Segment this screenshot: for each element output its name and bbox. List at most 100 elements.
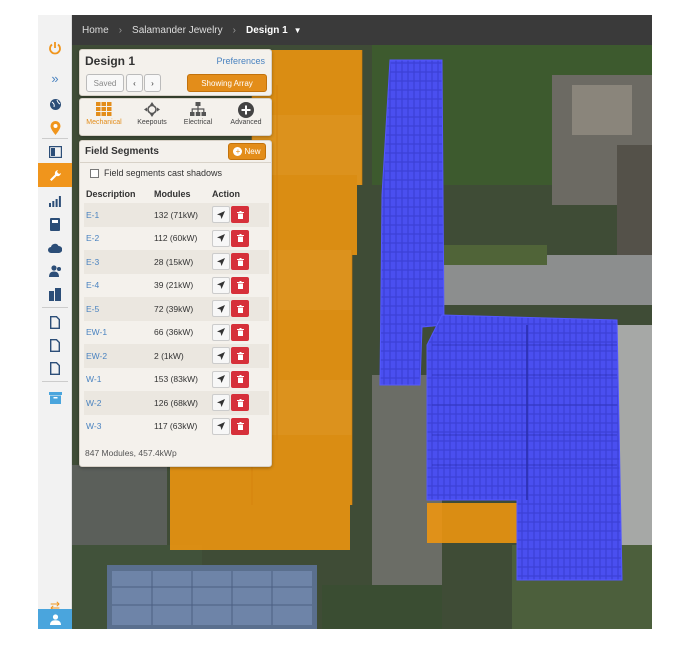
table-row[interactable]: W-2 126 (68kW) [84, 391, 269, 415]
wrench-icon[interactable] [38, 163, 72, 187]
tab-electrical[interactable]: Electrical [176, 102, 220, 134]
locate-button[interactable] [212, 417, 230, 435]
segment-description[interactable]: E-5 [84, 297, 154, 321]
table-row[interactable]: E-3 28 (15kW) [84, 250, 269, 274]
showing-array-button[interactable]: Showing Array [187, 74, 267, 92]
locate-button[interactable] [212, 276, 230, 294]
navigate-arrow-icon [217, 328, 225, 337]
table-row[interactable]: EW-2 2 (1kW) [84, 344, 269, 368]
tab-label: Electrical [183, 119, 213, 126]
segment-modules: 153 (83kW) [154, 374, 198, 385]
segment-description[interactable]: EW-1 [84, 321, 154, 345]
table-row[interactable]: E-1 132 (71kW) [84, 203, 269, 227]
saved-button[interactable]: Saved [86, 74, 124, 92]
trash-icon [236, 281, 244, 290]
segment-description[interactable]: W-1 [84, 368, 154, 392]
design-title: Design 1 [85, 54, 136, 68]
shadow-checkbox[interactable] [90, 168, 99, 178]
globe-icon[interactable] [38, 93, 72, 115]
tab-label: Advanced [230, 119, 262, 126]
cloud-icon[interactable] [38, 237, 72, 259]
table-row[interactable]: EW-1 66 (36kW) [84, 321, 269, 345]
preferences-link[interactable]: Preferences [216, 56, 265, 66]
expand-icon[interactable]: » [38, 67, 72, 89]
breadcrumb: Home › Salamander Jewelry › Design 1 ▼ [72, 15, 652, 45]
new-segment-button[interactable]: + New [228, 143, 266, 160]
tab-keepouts[interactable]: Keepouts [130, 102, 174, 134]
bar-chart-icon[interactable] [38, 190, 72, 212]
segment-actions [212, 297, 269, 321]
locate-button[interactable] [212, 206, 230, 224]
locate-button[interactable] [212, 394, 230, 412]
segment-description[interactable]: E-3 [84, 250, 154, 274]
caret-down-icon[interactable]: ▼ [294, 26, 302, 35]
locate-button[interactable] [212, 323, 230, 341]
delete-button[interactable] [231, 253, 249, 271]
delete-button[interactable] [231, 347, 249, 365]
segment-description[interactable]: EW-2 [84, 344, 154, 368]
segment-actions [212, 203, 269, 227]
delete-button[interactable] [231, 417, 249, 435]
trash-icon [236, 257, 244, 266]
power-icon[interactable] [38, 37, 72, 59]
navigate-arrow-icon [217, 281, 225, 290]
table-row[interactable]: E-2 112 (60kW) [84, 227, 269, 251]
new-label: New [244, 147, 261, 156]
segment-actions [212, 250, 269, 274]
table-row[interactable]: E-4 39 (21kW) [84, 274, 269, 298]
segment-modules: 72 (39kW) [154, 297, 212, 321]
segment-modules: 132 (71kW) [154, 203, 212, 227]
buildings-icon[interactable] [38, 283, 72, 305]
segment-description[interactable]: E-2 [84, 227, 154, 251]
users-icon[interactable] [38, 260, 72, 282]
locate-button[interactable] [212, 253, 230, 271]
breadcrumb-home[interactable]: Home [82, 25, 109, 36]
segment-modules: 66 (36kW) [154, 327, 194, 338]
segment-description[interactable]: E-1 [84, 203, 154, 227]
document-icon[interactable] [38, 311, 72, 333]
delete-button[interactable] [231, 276, 249, 294]
delete-button[interactable] [231, 370, 249, 388]
segment-description[interactable]: W-2 [84, 391, 154, 415]
layout-icon[interactable] [38, 141, 72, 163]
grid-icon [96, 102, 112, 116]
document-icon[interactable] [38, 334, 72, 356]
archive-icon[interactable] [38, 387, 72, 409]
delete-button[interactable] [231, 206, 249, 224]
locate-button[interactable] [212, 229, 230, 247]
breadcrumb-current[interactable]: Design 1 [246, 25, 288, 36]
tab-label: Keepouts [137, 119, 167, 126]
delete-button[interactable] [231, 300, 249, 318]
table-row[interactable]: E-5 72 (39kW) [84, 297, 269, 321]
tab-advanced[interactable]: Advanced [222, 102, 270, 134]
location-pin-icon[interactable] [38, 117, 72, 139]
left-sidebar: » ⇄ [38, 15, 72, 629]
segment-description[interactable]: E-4 [84, 274, 154, 298]
navigate-arrow-icon [217, 398, 225, 407]
locate-button[interactable] [212, 300, 230, 318]
locate-button[interactable] [212, 347, 230, 365]
undo-button[interactable]: ‹ [126, 74, 143, 92]
calculator-icon[interactable] [38, 213, 72, 235]
trash-icon [236, 234, 244, 243]
trash-icon [236, 422, 244, 431]
trash-icon [236, 304, 244, 313]
document-icon[interactable] [38, 357, 72, 379]
redo-button[interactable]: › [144, 74, 161, 92]
delete-button[interactable] [231, 394, 249, 412]
trash-icon [236, 351, 244, 360]
electrical-icon [190, 102, 206, 116]
table-row[interactable]: W-1 153 (83kW) [84, 368, 269, 392]
navigate-arrow-icon [217, 304, 225, 313]
table-row[interactable]: W-3 117 (63kW) [84, 415, 269, 439]
user-icon[interactable] [38, 609, 72, 629]
delete-button[interactable] [231, 229, 249, 247]
breadcrumb-project[interactable]: Salamander Jewelry [132, 25, 223, 36]
delete-button[interactable] [231, 323, 249, 341]
locate-button[interactable] [212, 370, 230, 388]
segment-description[interactable]: W-3 [84, 415, 154, 439]
tab-mechanical[interactable]: Mechanical [82, 102, 126, 134]
segment-actions [212, 344, 269, 368]
segment-actions [212, 415, 269, 439]
chevron-right-icon: › [118, 24, 123, 36]
